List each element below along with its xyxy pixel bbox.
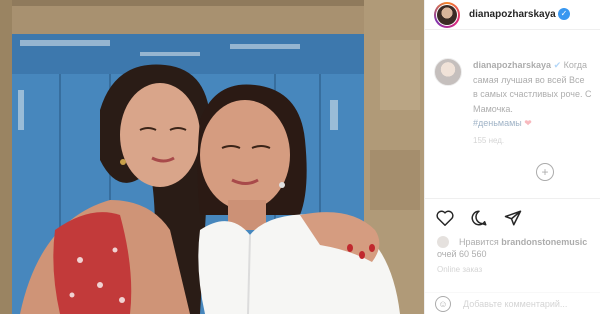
caption-time-ago: 155 нед. — [473, 136, 505, 145]
caption-line-4: Мамочка. — [473, 103, 513, 114]
author-avatar-image — [437, 5, 457, 25]
post-photo[interactable] — [0, 0, 424, 314]
author-avatar[interactable] — [434, 2, 460, 28]
author-username[interactable]: dianapozharskaya — [469, 9, 556, 20]
caption-line-2: самая лучшая во всей Все — [473, 74, 585, 85]
liker-username[interactable]: brandonstonemusic — [501, 237, 587, 247]
liker-avatar — [437, 236, 449, 248]
caption-line-3: в самых счастливых роче. С — [473, 89, 592, 99]
likes-row: Нравится brandonstonemusic — [437, 236, 600, 248]
comment-icon[interactable] — [469, 208, 489, 228]
photo-scene — [0, 0, 424, 314]
caption-avatar[interactable] — [434, 58, 462, 86]
comment-input[interactable] — [463, 296, 599, 312]
author-avatar-ring — [436, 4, 458, 26]
post-header: dianapozharskaya ✓ — [425, 0, 600, 30]
caption-heart-emoji: ❤ — [524, 118, 532, 128]
emoji-icon[interactable]: ☺ — [435, 296, 451, 312]
verified-badge-icon: ✓ — [558, 8, 570, 20]
refresh-icon[interactable]: + — [536, 163, 554, 181]
caption-text: dianapozharskaya ✔ Когда самая лучшая во… — [473, 58, 600, 131]
comment-box: ☺ — [425, 292, 600, 314]
actions-divider — [425, 198, 600, 199]
caption-username[interactable]: dianapozharskaya — [473, 60, 551, 70]
share-icon[interactable] — [503, 208, 523, 228]
post-side-panel: dianapozharskaya ✓ dianapozharskaya ✔ Ко… — [424, 0, 600, 314]
caption-line-1: Когда — [563, 60, 588, 70]
likes-text: Нравится brandonstonemusic — [459, 237, 600, 247]
caption-hashtag[interactable]: #деньмамы — [473, 118, 522, 128]
likes-prefix: Нравится — [459, 237, 499, 247]
post-date: Оnline заказ — [437, 265, 483, 274]
action-bar — [435, 208, 523, 228]
caption-first-line: dianapozharskaya ✔ Когда — [473, 58, 600, 73]
views-count[interactable]: очей 60 560 — [437, 249, 487, 259]
heart-icon[interactable] — [435, 208, 455, 228]
caption-verified-mark: ✔ — [553, 60, 562, 70]
caption-hashtag-line: #деньмамы ❤ — [473, 116, 600, 131]
